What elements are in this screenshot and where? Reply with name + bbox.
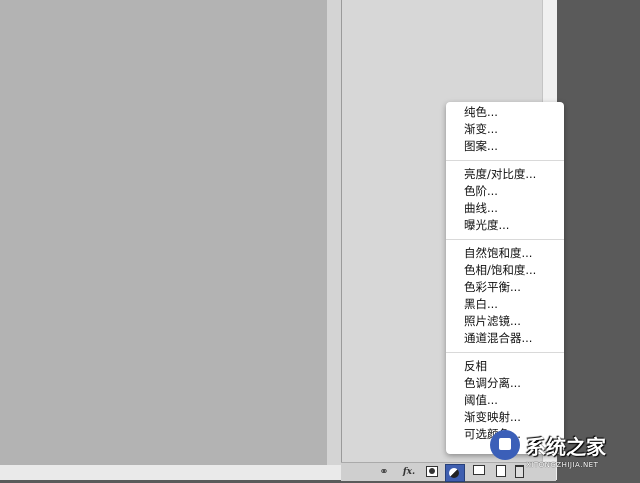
menu-separator <box>446 352 564 353</box>
watermark: 系统之家 XITONGZHIJIA.NET <box>488 428 638 476</box>
menu-item-black-white[interactable]: 黑白... <box>446 296 564 313</box>
canvas-bottom-strip <box>0 465 341 480</box>
menu-section-fill: 纯色... 渐变... 图案... <box>446 102 564 157</box>
menu-item-channel-mixer[interactable]: 通道混合器... <box>446 330 564 347</box>
menu-item-color-balance[interactable]: 色彩平衡... <box>446 279 564 296</box>
menu-separator <box>446 160 564 161</box>
menu-item-gradient-map[interactable]: 渐变映射... <box>446 409 564 426</box>
menu-item-invert[interactable]: 反相 <box>446 358 564 375</box>
watermark-url: XITONGZHIJIA.NET <box>526 461 599 469</box>
menu-separator <box>446 239 564 240</box>
menu-item-hue-saturation[interactable]: 色相/饱和度... <box>446 262 564 279</box>
menu-item-exposure[interactable]: 曝光度... <box>446 217 564 234</box>
menu-item-gradient[interactable]: 渐变... <box>446 121 564 138</box>
menu-item-levels[interactable]: 色阶... <box>446 183 564 200</box>
folder-icon[interactable] <box>473 465 485 479</box>
link-icon[interactable]: ⚭ <box>375 465 393 479</box>
menu-item-vibrance[interactable]: 自然饱和度... <box>446 245 564 262</box>
menu-section-color: 自然饱和度... 色相/饱和度... 色彩平衡... 黑白... 照片滤镜...… <box>446 243 564 349</box>
layer-mask-icon[interactable] <box>425 465 439 479</box>
canvas-scrollbar[interactable] <box>327 0 341 465</box>
adjustment-layer-icon[interactable] <box>445 464 465 482</box>
canvas-area[interactable] <box>0 0 327 465</box>
fx-icon[interactable]: fx. <box>401 465 417 479</box>
menu-item-solid-color[interactable]: 纯色... <box>446 104 564 121</box>
menu-item-brightness-contrast[interactable]: 亮度/对比度... <box>446 166 564 183</box>
menu-section-tone: 亮度/对比度... 色阶... 曲线... 曝光度... <box>446 164 564 236</box>
menu-item-pattern[interactable]: 图案... <box>446 138 564 155</box>
adjustment-layer-menu: 纯色... 渐变... 图案... 亮度/对比度... 色阶... 曲线... … <box>446 102 564 454</box>
menu-item-curves[interactable]: 曲线... <box>446 200 564 217</box>
menu-item-posterize[interactable]: 色调分离... <box>446 375 564 392</box>
menu-item-photo-filter[interactable]: 照片滤镜... <box>446 313 564 330</box>
watermark-logo-icon <box>490 430 520 460</box>
menu-item-threshold[interactable]: 阈值... <box>446 392 564 409</box>
watermark-title: 系统之家 <box>526 435 606 459</box>
